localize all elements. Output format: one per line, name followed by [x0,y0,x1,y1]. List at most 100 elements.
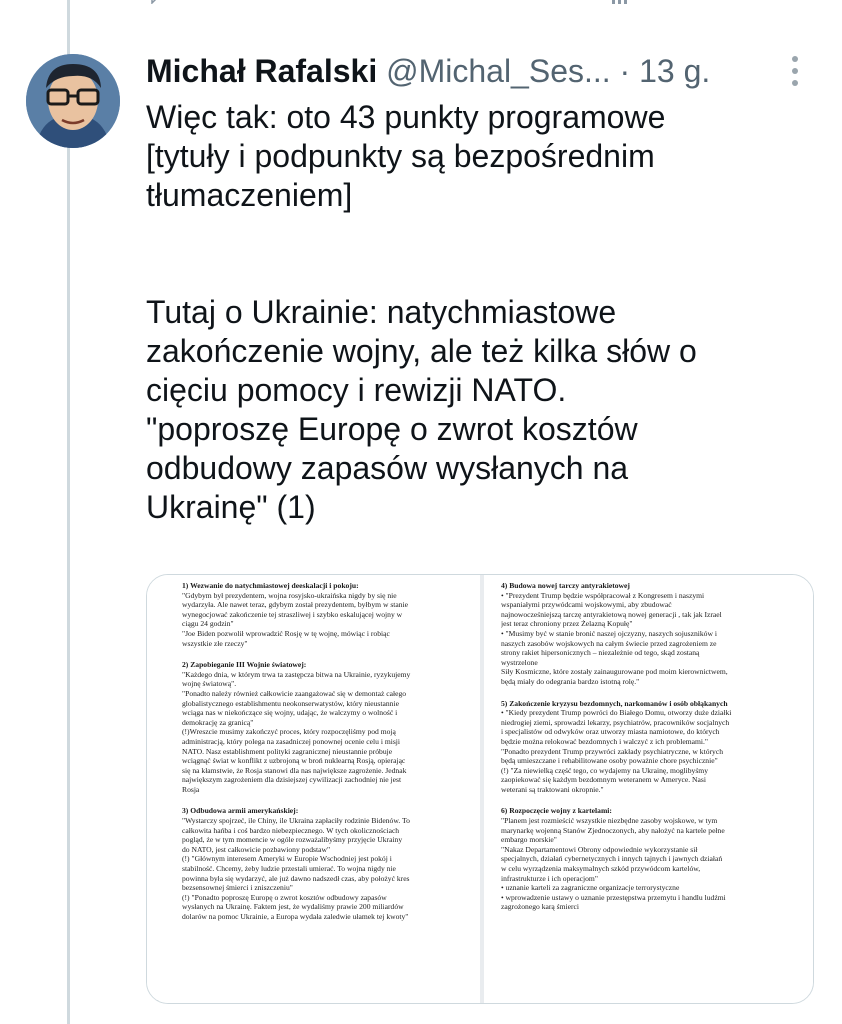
document-line: (!)Wreszcie musimy zakończyć proces, któ… [182,727,396,737]
share-icon[interactable] [788,0,808,4]
document-line: wciągnąć świat w konflikt z uzbrojoną w … [182,756,406,766]
document-section: 2) Zapobieganie III Wojnie światowej: "Ka… [182,660,472,794]
document-line: wspaniałymi przywódcami wojskowymi, aby … [501,600,672,610]
document-footnote: ... [153,996,159,1003]
document-line: zaopiekować się każdym bezdomnym weteran… [501,775,706,785]
views-icon[interactable] [610,0,630,4]
document-line: • "Kiedy prezydent Trump powróci do Biał… [501,708,732,718]
document-line: "Każdego dnia, w którym trwa ta zastępcz… [182,669,411,679]
document-line: infrastrukturze i ich operacjom" [501,873,598,883]
document-line: wydarzyła. Ale nawet teraz, gdybym zosta… [182,600,409,610]
document-line: wysłanych na Ukrainę. Faktem jest, że wy… [182,902,404,912]
document-section-heading: 2) Zapobieganie III Wojnie światowej: [182,660,307,670]
document-line: wystrzelone [501,657,538,667]
document-line: "Gdybym był prezydentem, wojna rosyjsko-… [182,590,397,600]
document-line: największym zagrożeniem dla dzisiejszej … [182,775,402,785]
document-line: (!) "Za niewielką część tego, co wydajem… [501,765,709,775]
tweet-line: cięciu pomocy i rewizji NATO. [146,372,567,408]
document-line: będą umieszczane i rehabilitowane osoby … [501,756,718,766]
document-section: 6) Rozpoczęcie wojny z kartelami: "Planem… [501,806,806,912]
document-line: • "Prezydent Trump będzie współpracował … [501,590,705,600]
document-line: (!) "Głównym interesem Ameryki w Europie… [182,854,392,864]
document-line: będzie można relokować bezdomnych i walc… [501,736,708,746]
document-section-heading: 6) Rozpoczęcie wojny z kartelami: [501,806,612,816]
document-section-heading: 3) Odbudowa armii amerykańskiej: [182,806,299,816]
tweet-line: tłumaczeniem] [146,177,353,213]
document-line: "Joe Biden pozwolił wprowadzić Rosję w t… [182,628,390,638]
document-line: "Nakaz Departamentowi Obrony odpowiednie… [501,844,698,854]
document-line: embargo morskie" [501,835,557,845]
tweet-text: Więc tak: oto 43 punkty programowe [tytu… [146,98,806,527]
reply-icon[interactable] [148,0,168,5]
document-page-left: 1) Wezwanie do natychmiastowej deeskalac… [147,575,479,1003]
document-line: jest teraz chroniony przez Żelazną Kopuł… [501,619,633,629]
document-section-heading: 1) Wezwanie do natychmiastowej deeskalac… [182,581,359,590]
document-line: niedrogiej ziemi, sprowadzi lekarzy, psy… [501,717,730,727]
document-section: 3) Odbudowa armii amerykańskiej: "Wystarc… [182,806,472,921]
tweet-line: zakończenie wojny, ale też kilka słów o [146,333,697,369]
thread-line [67,0,70,1024]
document-line: i specjalistów od odwyków oraz utworzy m… [501,727,720,737]
page-divider [480,575,484,1003]
document-line: wojnę światową". [182,679,237,689]
document-line: marynarkę wojenną Stanów Zjednoczonych, … [501,825,725,835]
tweet-line: Więc tak: oto 43 punkty programowe [146,99,666,135]
document-line: "Planem jest rozmieścić wszystkie niezbę… [501,816,718,826]
document-line: wciąga nas w niekończące się wojny, udaj… [182,708,398,718]
document-line: (!) "Ponadto poproszę Europę o zwrot kos… [182,892,387,902]
document-section-heading: 5) Zakończenie kryzysu bezdomnych, narko… [501,698,728,708]
document-line: dolarów na pomoc Ukrainie, a Europa wyda… [182,912,409,921]
document-line: całkowita hańba i coś bardzo niebezpiecz… [182,825,400,835]
tweet-line: Tutaj o Ukrainie: natychmiastowe [146,294,617,330]
document-line: pogląd, że w tym momencie w ogóle rozważ… [182,835,403,845]
tweet-header: Michał Rafalski @Michal_Ses... · 13 g. [146,52,786,94]
document-section-heading: 4) Budowa nowej tarczy antyrakietowej [501,581,630,590]
document-line: bezsensownej śmierci i zniszczeniu" [182,883,293,893]
document-line: w celu wyrządzenia maksymalnych szkód pr… [501,864,701,874]
document-line: specjalnych, działań cybernetycznych i i… [501,854,723,864]
document-line: wszystkie złe rzeczy" [182,638,248,648]
document-line: stabilność. Chcemy, żeby ludzie przestal… [182,864,396,874]
tweet-line: [tytuły i podpunkty są bezpośrednim [146,138,655,174]
document-line: powinna była się wydarzyć, ale już dawno… [182,873,410,883]
document-page-right: 4) Budowa nowej tarczy antyrakietowej • "… [485,575,813,1003]
document-section: 1) Wezwanie do natychmiastowej deeskalac… [182,581,472,648]
separator-dot: · [619,53,631,89]
document-line: najnowocześniejszą tarczę antyrakietową … [501,609,722,619]
tweet-line: "poproszę Europę o zwrot kosztów [146,411,638,447]
document-line: zagrożonego karą śmierci [501,902,580,912]
document-line: wynegocjować zakończenie tej straszliwej… [182,609,403,619]
document-line: "Ponadto należy również całkowicie zaang… [182,688,407,698]
document-line: globalistycznego establishmentu neokonse… [182,698,399,708]
document-line: • "Musimy być w stanie bronić naszej ojc… [501,628,717,638]
document-line: Siły Kosmiczne, które zostały zainauguro… [501,667,728,677]
more-icon[interactable] [788,56,802,90]
document-line: • wprowadzenie ustawy o uznanie przestęp… [501,892,726,902]
document-line: administracją, który polega na zasadnicz… [182,736,401,746]
document-line: "Ponadto prezydent Trump przywróci zakła… [501,746,723,756]
timestamp[interactable]: 13 g. [639,53,710,89]
previous-tweet-action-bar [140,0,820,12]
avatar-image [26,54,120,148]
document-line: ciągu 24 godzin" [182,619,234,629]
tweet-line: Ukrainę" (1) [146,489,316,525]
tweet-line: odbudowy zapasów wysłanych na [146,450,629,486]
document-right-content: 4) Budowa nowej tarczy antyrakietowej • "… [501,581,806,912]
author-name[interactable]: Michał Rafalski [146,53,377,89]
document-line: będą miały do odegrania bardzo istotną r… [501,676,640,686]
document-line: naszych zasobów wojskowych na całym świe… [501,638,717,648]
avatar[interactable] [26,54,120,148]
document-line: "Wystarczy spojrzeć, ile Chiny, ile Ukra… [182,816,410,826]
document-line: NATO. Nasz establishment polityki zagran… [182,746,393,756]
author-handle[interactable]: @Michal_Ses... [386,53,611,89]
document-section: 4) Budowa nowej tarczy antyrakietowej • "… [501,581,806,687]
document-line: do NATO, jest całkowicie pozbawiony pods… [182,844,331,854]
document-line: Rosja [182,784,200,794]
document-line: • uznanie karteli za zagraniczne organiz… [501,883,680,893]
document-line: strony rakiet hipersonicznych – niezależ… [501,648,700,658]
document-left-content: 1) Wezwanie do natychmiastowej deeskalac… [182,581,472,922]
document-section: 5) Zakończenie kryzysu bezdomnych, narko… [501,699,806,795]
document-line: demokrację za granicą" [182,717,254,727]
tweet-image[interactable]: 1) Wezwanie do natychmiastowej deeskalac… [146,574,814,1004]
document-line: weterani są traktowani okropnie." [501,784,604,794]
